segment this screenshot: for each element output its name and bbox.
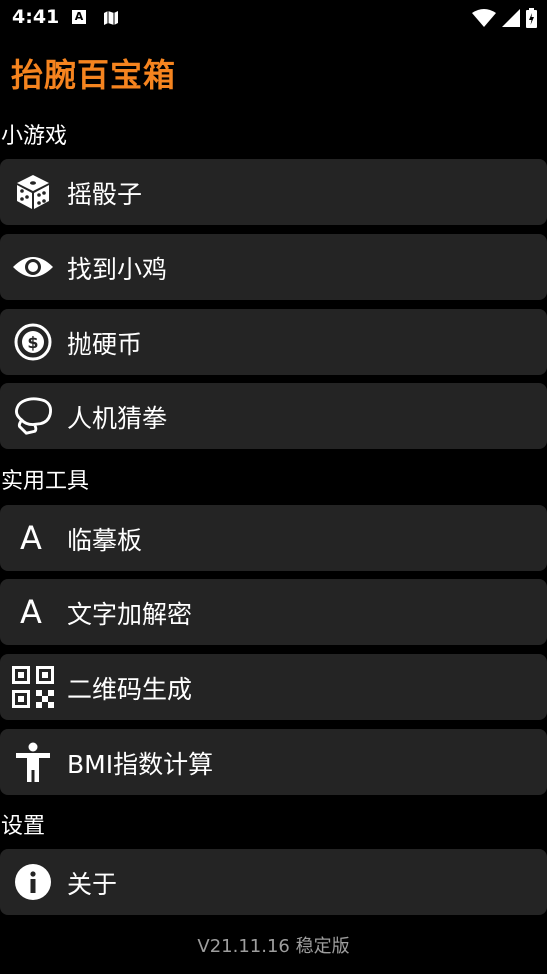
notification-a-icon: A xyxy=(72,10,86,24)
status-time: 4:41 xyxy=(12,6,60,28)
menu-item-label: 二维码生成 xyxy=(67,675,193,704)
app-title: 抬腕百宝箱 xyxy=(11,56,177,94)
menu-item-text-crypto[interactable]: A 文字加解密 xyxy=(0,579,547,645)
section-header-games: 小游戏 xyxy=(1,124,68,149)
fist-icon xyxy=(12,395,54,437)
eye-icon xyxy=(12,246,54,288)
menu-item-label: 关于 xyxy=(67,870,118,899)
menu-item-label: 找到小鸡 xyxy=(67,255,168,284)
dice-icon xyxy=(12,171,54,213)
battery-charging-icon xyxy=(526,8,537,32)
info-icon xyxy=(12,861,54,903)
svg-text:$: $ xyxy=(27,333,38,352)
letter-a-icon: A xyxy=(12,591,54,633)
menu-item-label: 人机猜拳 xyxy=(67,404,168,433)
qr-code-icon xyxy=(12,666,54,708)
menu-item-bmi[interactable]: BMI指数计算 xyxy=(0,729,547,795)
menu-item-label: BMI指数计算 xyxy=(67,750,214,779)
menu-item-dice[interactable]: 摇骰子 xyxy=(0,159,547,225)
status-icons xyxy=(472,8,537,32)
letter-a-glyph: A xyxy=(20,593,42,631)
section-header-tools: 实用工具 xyxy=(1,469,90,494)
accessibility-icon xyxy=(12,741,54,783)
version-label: V21.11.16 稳定版 xyxy=(197,936,350,957)
letter-a-glyph: A xyxy=(20,519,42,557)
letter-a-icon: A xyxy=(12,517,54,559)
menu-item-label: 文字加解密 xyxy=(67,600,193,629)
wifi-icon xyxy=(472,9,496,31)
menu-item-coin-flip[interactable]: $ 抛硬币 xyxy=(0,309,547,375)
dollar-coin-icon: $ xyxy=(12,321,54,363)
status-bar: 4:41 A xyxy=(0,0,547,36)
menu-item-qr-generate[interactable]: 二维码生成 xyxy=(0,654,547,720)
menu-item-about[interactable]: 关于 xyxy=(0,849,547,915)
map-notification-icon xyxy=(103,10,119,29)
menu-item-label: 临摹板 xyxy=(67,526,143,555)
menu-item-copy-board[interactable]: A 临摹板 xyxy=(0,505,547,571)
menu-item-find-chick[interactable]: 找到小鸡 xyxy=(0,234,547,300)
menu-item-label: 抛硬币 xyxy=(67,330,143,359)
signal-icon xyxy=(502,9,520,31)
section-header-settings: 设置 xyxy=(1,814,46,839)
menu-item-label: 摇骰子 xyxy=(67,180,143,209)
menu-item-rock-paper-scissors[interactable]: 人机猜拳 xyxy=(0,383,547,449)
